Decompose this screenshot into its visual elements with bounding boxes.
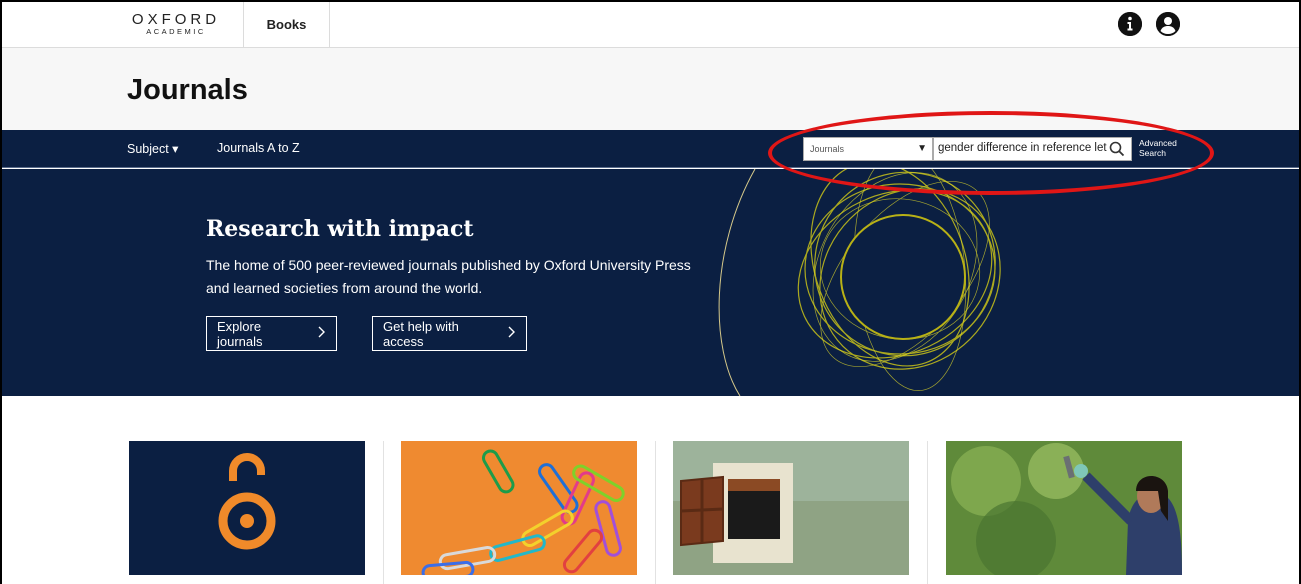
search-scope-value: Journals [810,144,845,154]
paper-clips-image [401,441,637,575]
tab-books[interactable]: Books [243,0,330,48]
chevron-right-icon [508,326,516,341]
card-scientist[interactable] [946,441,1182,575]
page-header: Journals [0,48,1301,130]
hero-description: The home of 500 peer-reviewed journals p… [206,257,691,296]
card-divider [927,441,928,584]
search-icon[interactable] [1108,140,1126,158]
explore-journals-button[interactable]: Explore journals [206,316,337,351]
nav-subject-dropdown[interactable]: Subject ▾ [127,141,178,156]
top-bar: OXFORD ACADEMIC Books [0,0,1301,48]
dropdown-arrow-icon: ▼ [917,143,927,154]
advanced-search-line2: Search [1139,148,1166,158]
account-icon[interactable] [1156,12,1180,36]
nav-journals-a-to-z[interactable]: Journals A to Z [217,141,300,155]
card-window[interactable] [673,441,909,575]
hero-ring-artwork [718,169,1001,396]
explore-journals-label: Explore journals [217,318,263,349]
card-divider [655,441,656,584]
card-divider [383,441,384,584]
scientist-image [946,441,1182,575]
info-icon[interactable] [1118,12,1142,36]
advanced-search-link[interactable]: Advanced Search [1139,138,1177,158]
hero-title: Research with impact [206,216,474,242]
card-open-access[interactable] [129,441,365,575]
hero-banner: Research with impact The home of 500 pee… [0,169,1301,396]
get-help-with-access-button[interactable]: Get help with access [372,316,527,351]
logo-line1: OXFORD [131,11,221,28]
open-access-icon [218,453,276,550]
search-scope-select[interactable]: Journals ▼ [803,137,933,161]
page-title: Journals [127,74,248,106]
card-paper-clips[interactable] [401,441,637,575]
advanced-search-line1: Advanced [1139,138,1177,148]
chevron-right-icon [318,326,326,341]
oxford-academic-logo[interactable]: OXFORD ACADEMIC [126,12,226,36]
logo-line2: ACADEMIC [146,27,206,36]
search-input[interactable]: gender difference in reference let [933,137,1132,161]
get-help-label: Get help with access [383,318,459,349]
window-image [673,441,909,575]
